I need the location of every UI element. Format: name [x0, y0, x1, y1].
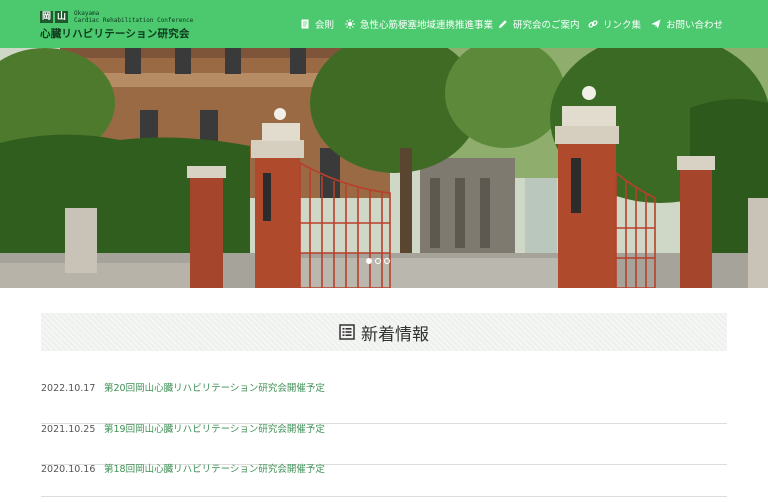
slide-dot[interactable]	[375, 258, 381, 264]
pencil-icon	[498, 19, 508, 29]
nav-item-guide[interactable]: 研究会のご案内	[498, 17, 580, 31]
logo-english: Okayama Cardiac Rehabilitation Conference	[74, 10, 193, 24]
nav-item-contact[interactable]: お問い合わせ	[651, 17, 723, 31]
nav-item-links[interactable]: リンク集	[588, 17, 641, 31]
nav-item-rules[interactable]: 会則	[300, 17, 334, 31]
slideshow-dots	[366, 258, 390, 264]
site-logo[interactable]: 岡 山 Okayama Cardiac Rehabilitation Confer…	[40, 10, 193, 40]
news-link[interactable]: 第19回岡山心臓リハビリテーション研究会開催予定	[104, 424, 325, 436]
nav-label: お問い合わせ	[666, 20, 724, 31]
news-date: 2020.10.16	[41, 464, 96, 475]
nav-item-ami-project[interactable]: 急性心筋梗塞地域連携推進事業	[345, 17, 493, 31]
news-section-label: 新着情報	[361, 324, 429, 345]
logo-char-box: 岡	[40, 11, 53, 23]
logo-japanese: 心臓リハビリテーション研究会	[40, 28, 190, 40]
nav-label: 研究会のご案内	[513, 20, 580, 31]
sun-icon	[345, 19, 355, 29]
news-item: 2020.10.16 第18回岡山心臓リハビリテーション研究会開催予定	[41, 464, 727, 497]
slide-dot[interactable]	[384, 258, 390, 264]
nav-label: 会則	[315, 20, 335, 31]
logo-char-box: 山	[55, 11, 68, 23]
nav-label: リンク集	[603, 20, 642, 31]
logo-english-line: Cardiac Rehabilitation Conference	[74, 17, 194, 24]
site-header: 岡 山 Okayama Cardiac Rehabilitation Confer…	[0, 0, 768, 48]
logo-english-line: Okayama	[74, 10, 100, 17]
news-date: 2021.10.25	[41, 424, 96, 435]
news-link[interactable]: 第18回岡山心臓リハビリテーション研究会開催予定	[104, 464, 325, 476]
news-section-header: 新着情報	[41, 313, 727, 351]
news-section-title: 新着情報	[41, 313, 727, 351]
document-icon	[300, 19, 310, 29]
link-icon	[588, 19, 598, 29]
news-date: 2022.10.17	[41, 383, 96, 394]
hero-slideshow	[0, 48, 768, 288]
nav-label: 急性心筋梗塞地域連携推進事業	[360, 20, 494, 31]
hero-image	[0, 48, 768, 288]
paper-plane-icon	[651, 19, 661, 29]
news-item: 2021.10.25 第19回岡山心臓リハビリテーション研究会開催予定	[41, 424, 727, 465]
list-icon	[339, 324, 355, 340]
news-item: 2022.10.17 第20回岡山心臓リハビリテーション研究会開催予定	[41, 383, 727, 424]
slide-dot[interactable]	[366, 258, 372, 264]
news-link[interactable]: 第20回岡山心臓リハビリテーション研究会開催予定	[104, 383, 325, 395]
